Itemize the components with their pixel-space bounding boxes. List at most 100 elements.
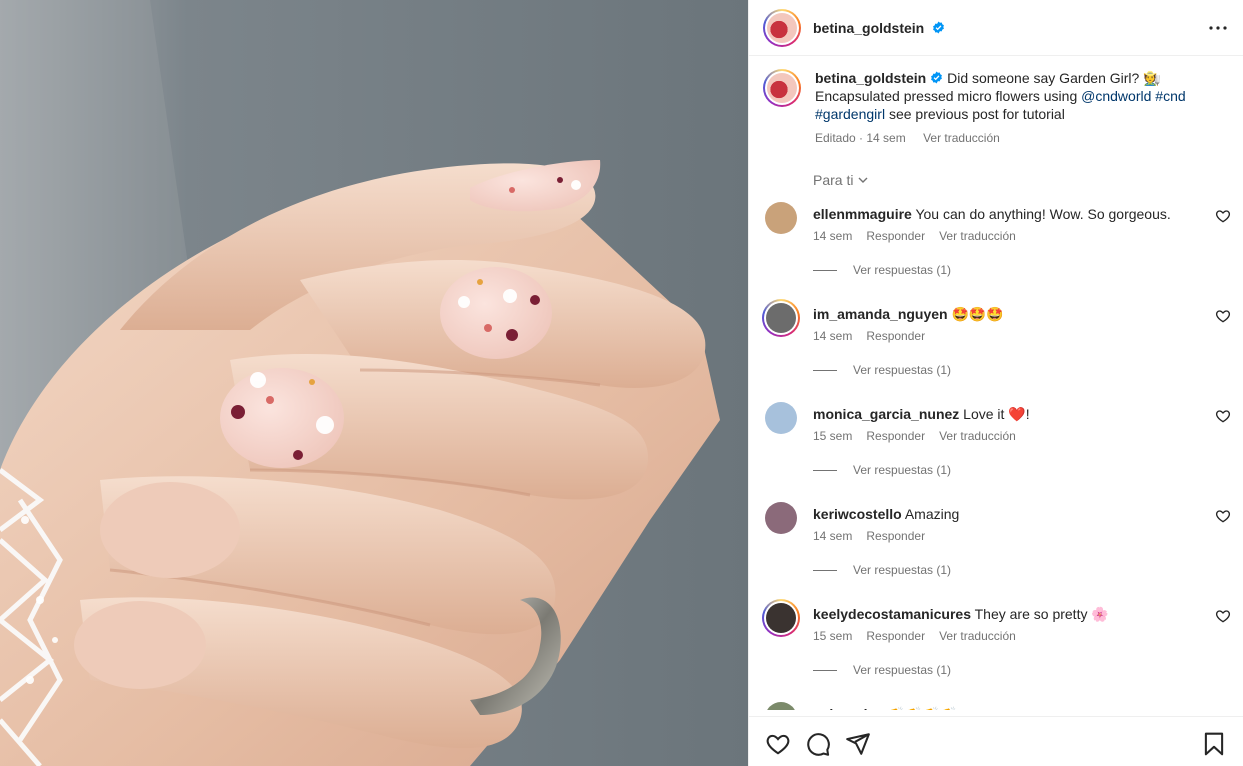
caption-author-avatar[interactable] xyxy=(763,69,801,107)
comment-body: 🤩🤩🤩 xyxy=(951,306,1004,322)
comment-like-heart-icon[interactable] xyxy=(1215,708,1231,710)
comment-like-heart-icon[interactable] xyxy=(1215,508,1231,524)
commenter-avatar[interactable] xyxy=(765,702,797,710)
author-username[interactable]: betina_goldstein xyxy=(813,20,945,36)
view-replies-label: Ver respuestas (1) xyxy=(853,263,952,277)
comment-item: monica_garcia_nunez Love it ❤️! 15 sem Res… xyxy=(765,402,1235,492)
commenter-avatar[interactable] xyxy=(765,202,797,234)
nail-art-photo xyxy=(0,0,748,766)
view-replies-button[interactable]: Ver respuestas (1) xyxy=(813,463,951,477)
more-options-button[interactable] xyxy=(1206,16,1230,40)
comment-text: keelydecostamanicures They are so pretty… xyxy=(813,605,1213,623)
replies-divider xyxy=(813,269,837,271)
comment-button[interactable] xyxy=(805,731,831,757)
view-replies-button[interactable]: Ver respuestas (1) xyxy=(813,663,951,677)
view-replies-button[interactable]: Ver respuestas (1) xyxy=(813,563,951,577)
replies-divider xyxy=(813,469,837,471)
comment-meta: 14 sem Responder xyxy=(813,529,939,543)
comment-text: im_amanda_nguyen 🤩🤩🤩 xyxy=(813,305,1213,323)
commenter-username[interactable]: keelydecostamanicures xyxy=(813,606,971,622)
translate-button[interactable]: Ver traducción xyxy=(939,429,1016,443)
mention-link[interactable]: @cndworld xyxy=(1081,88,1151,104)
comment-item: ellenmmaguire You can do anything! Wow. … xyxy=(765,202,1235,292)
commenter-username[interactable]: galvezclau xyxy=(813,706,884,710)
comment-time: 15 sem xyxy=(813,629,853,643)
commenter-avatar[interactable] xyxy=(762,299,800,337)
caption-text: betina_goldstein Did someone say Garden … xyxy=(815,69,1225,123)
comment-text: keriwcostello Amazing xyxy=(813,505,1213,523)
comment-like-heart-icon[interactable] xyxy=(1215,408,1231,424)
comment-item: im_amanda_nguyen 🤩🤩🤩 14 sem Responder Ver r… xyxy=(762,299,1235,392)
post-caption: betina_goldstein Did someone say Garden … xyxy=(763,69,1233,147)
translate-button[interactable]: Ver traducción xyxy=(939,229,1016,243)
comment-time: 15 sem xyxy=(813,429,853,443)
caption-time: 14 sem xyxy=(866,131,906,145)
comment-item: keriwcostello Amazing 14 sem Responder Ver … xyxy=(765,502,1235,592)
comment-body: They are so pretty 🌸 xyxy=(974,606,1109,622)
sort-comments-dropdown[interactable]: Para ti xyxy=(813,172,869,188)
post-side-panel: betina_goldstein betina_goldstein Did so… xyxy=(748,0,1243,766)
reply-button[interactable]: Responder xyxy=(866,229,925,243)
caption-line-3: see previous post for tutorial xyxy=(885,106,1065,122)
comment-text: galvezclau 👏👏👏👏 xyxy=(813,705,1213,710)
comment-meta: 14 sem Responder Ver traducción xyxy=(813,229,1030,243)
reply-button[interactable]: Responder xyxy=(866,529,925,543)
comment-text: ellenmmaguire You can do anything! Wow. … xyxy=(813,205,1213,223)
commenter-username[interactable]: ellenmmaguire xyxy=(813,206,912,222)
commenter-username[interactable]: im_amanda_nguyen xyxy=(813,306,948,322)
commenter-avatar[interactable] xyxy=(765,402,797,434)
post-header: betina_goldstein xyxy=(749,0,1243,56)
caption-line-2: Encapsulated pressed micro flowers using xyxy=(815,88,1082,104)
comment-text: monica_garcia_nunez Love it ❤️! xyxy=(813,405,1213,423)
replies-divider xyxy=(813,669,837,671)
more-horizontal-icon xyxy=(1209,26,1227,30)
reply-button[interactable]: Responder xyxy=(866,629,925,643)
caption-translate-button[interactable]: Ver traducción xyxy=(923,131,1000,145)
post-image[interactable] xyxy=(0,0,748,766)
hashtag-link-gardengirl[interactable]: #gardengirl xyxy=(815,106,885,122)
view-replies-button[interactable]: Ver respuestas (1) xyxy=(813,263,951,277)
commenter-avatar[interactable] xyxy=(765,502,797,534)
comment-body: You can do anything! Wow. So gorgeous. xyxy=(915,206,1171,222)
comment-like-heart-icon[interactable] xyxy=(1215,208,1231,224)
heart-icon xyxy=(766,734,790,755)
edited-label: Editado xyxy=(815,131,856,145)
comment-like-heart-icon[interactable] xyxy=(1215,308,1231,324)
comment-body: 👏👏👏👏 xyxy=(888,706,958,710)
comment-meta: 15 sem Responder Ver traducción xyxy=(813,629,1030,643)
comment-meta: 14 sem Responder xyxy=(813,329,939,343)
comment-time: 14 sem xyxy=(813,229,853,243)
author-avatar[interactable] xyxy=(763,8,801,47)
save-button[interactable] xyxy=(1201,731,1227,757)
view-replies-button[interactable]: Ver respuestas (1) xyxy=(813,363,951,377)
bookmark-icon xyxy=(1204,732,1224,756)
share-button[interactable] xyxy=(845,731,871,757)
commenter-username[interactable]: keriwcostello xyxy=(813,506,902,522)
comments-section[interactable]: betina_goldstein Did someone say Garden … xyxy=(749,57,1243,710)
view-replies-label: Ver respuestas (1) xyxy=(853,363,952,377)
replies-divider xyxy=(813,369,837,371)
caption-username[interactable]: betina_goldstein xyxy=(815,70,926,86)
replies-divider xyxy=(813,569,837,571)
caption-line-1: Did someone say Garden Girl? 🧑‍🌾 xyxy=(947,70,1161,86)
view-replies-label: Ver respuestas (1) xyxy=(853,463,952,477)
caption-meta: Editado · 14 sem Ver traducción xyxy=(815,131,1000,145)
comment-item: galvezclau 👏👏👏👏 xyxy=(765,702,1235,710)
action-bar xyxy=(749,716,1243,766)
sort-label: Para ti xyxy=(813,172,854,188)
reply-button[interactable]: Responder xyxy=(866,329,925,343)
verified-badge-icon xyxy=(931,71,943,84)
comment-item: keelydecostamanicures They are so pretty… xyxy=(762,599,1235,692)
send-icon xyxy=(846,733,870,755)
translate-button[interactable]: Ver traducción xyxy=(939,629,1016,643)
like-button[interactable] xyxy=(765,731,791,757)
comment-like-heart-icon[interactable] xyxy=(1215,608,1231,624)
comment-meta: 15 sem Responder Ver traducción xyxy=(813,429,1030,443)
comment-body: Love it ❤️! xyxy=(963,406,1030,422)
comment-time: 14 sem xyxy=(813,329,853,343)
comment-body: Amazing xyxy=(904,506,960,522)
hashtag-link-cnd[interactable]: #cnd xyxy=(1155,88,1185,104)
reply-button[interactable]: Responder xyxy=(866,429,925,443)
commenter-username[interactable]: monica_garcia_nunez xyxy=(813,406,959,422)
commenter-avatar[interactable] xyxy=(762,599,800,637)
